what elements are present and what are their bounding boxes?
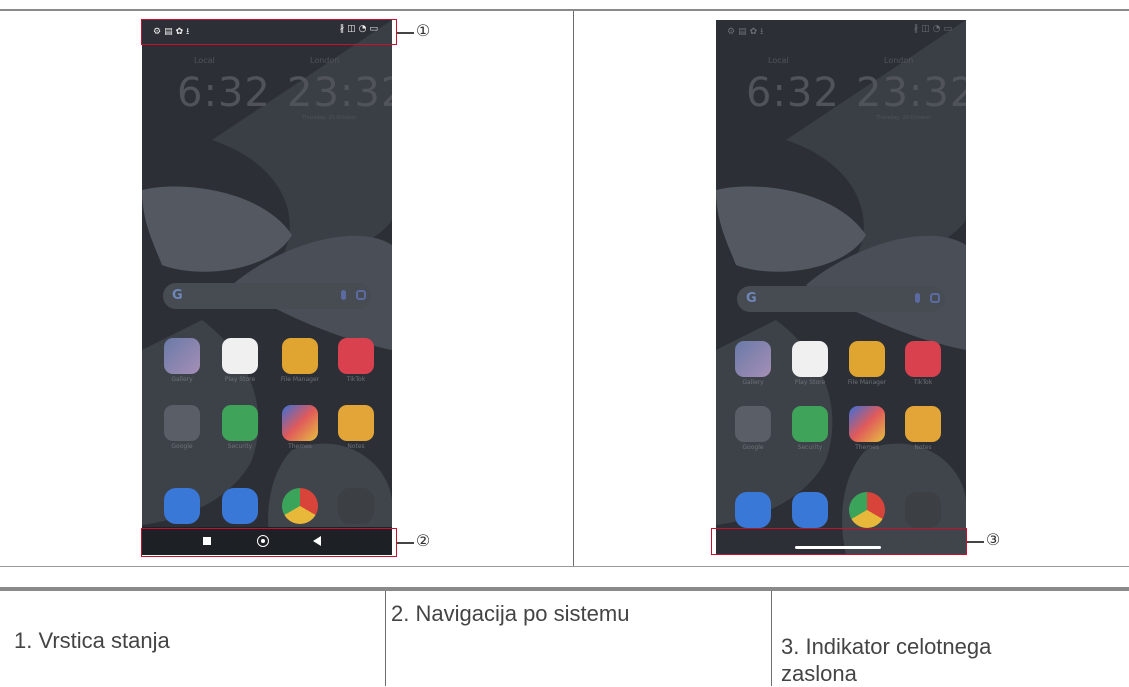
legend-item-fullscreen-indicator-line1: 3. Indikator celotnega — [781, 634, 992, 659]
phone-screenshot-navigation-buttons: ⚙▤✿⭳ ∦◫◔▭ Local 6:32 London 23:32 Thursd… — [142, 20, 392, 555]
navigation-bar-highlight — [141, 528, 397, 557]
app-label: Play Store — [794, 379, 826, 386]
legend-divider-2 — [771, 591, 772, 686]
legend-divider-1 — [385, 591, 386, 686]
tiktok-app-icon[interactable] — [338, 338, 374, 374]
google-search-widget[interactable]: G — [737, 286, 945, 312]
app-label: Themes — [288, 443, 312, 450]
chrome-app-icon[interactable] — [849, 492, 885, 528]
clock-2-time: 23:32 — [856, 70, 966, 116]
phone-app-icon[interactable] — [735, 492, 771, 528]
file-manager-app-icon[interactable] — [849, 341, 885, 377]
clock-2-label: London — [884, 56, 914, 65]
status-bar-highlight — [141, 19, 397, 45]
app-label: Security — [797, 444, 823, 451]
clock-1-time: 6:32 — [746, 70, 840, 116]
clock-2-time: 23:32 — [287, 70, 392, 116]
mic-icon[interactable] — [915, 293, 920, 303]
callout-1: ① — [415, 21, 431, 40]
gallery-app-icon[interactable] — [164, 338, 200, 374]
chrome-app-icon[interactable] — [282, 488, 318, 524]
app-label: Themes — [855, 444, 879, 451]
play-store-app-icon[interactable] — [222, 338, 258, 374]
legend-item-system-navigation: 2. Navigacija po sistemu — [391, 601, 630, 626]
phone-screenshot-gesture-navigation: ⚙▤✿⭳ ∦◫◔▭ Local 6:32 London 23:32 Thursd… — [716, 20, 966, 555]
legend-top-rule — [0, 587, 1129, 591]
camera-app-icon[interactable] — [905, 492, 941, 528]
status-bar: ⚙▤✿⭳ ∦◫◔▭ — [716, 20, 966, 42]
clock-subtext: Thursday, 20 October — [876, 115, 931, 121]
security-app-icon[interactable] — [222, 405, 258, 441]
app-label: Gallery — [742, 379, 764, 386]
security-app-icon[interactable] — [792, 406, 828, 442]
notes-app-icon[interactable] — [338, 405, 374, 441]
figure-column-divider — [573, 11, 574, 567]
callout-2-leader — [397, 542, 414, 544]
app-label: Notes — [914, 444, 932, 451]
mic-icon[interactable] — [341, 290, 346, 300]
app-label: File Manager — [847, 379, 887, 386]
app-label: Google — [171, 443, 193, 450]
callout-3: ③ — [985, 530, 1001, 549]
clock-1-time: 6:32 — [177, 70, 271, 116]
legend-item-fullscreen-indicator-line2: zaslona — [781, 661, 857, 686]
app-label: File Manager — [280, 376, 320, 383]
google-logo: G — [746, 291, 757, 306]
status-right-icons: ∦◫◔▭ — [913, 24, 955, 34]
tiktok-app-icon[interactable] — [905, 341, 941, 377]
google-logo: G — [172, 288, 183, 303]
app-label: Notes — [347, 443, 365, 450]
clock-2-label: London — [310, 56, 340, 65]
gallery-app-icon[interactable] — [735, 341, 771, 377]
google-search-widget[interactable]: G — [163, 283, 371, 309]
app-label: Gallery — [171, 376, 193, 383]
clock-1-label: Local — [194, 56, 215, 65]
legend-item-status-bar: 1. Vrstica stanja — [14, 628, 170, 653]
callout-2: ② — [415, 531, 431, 550]
gesture-bar-highlight — [711, 528, 967, 555]
play-store-app-icon[interactable] — [792, 341, 828, 377]
app-label: Google — [742, 444, 764, 451]
google-folder-icon[interactable] — [735, 406, 771, 442]
themes-app-icon[interactable] — [849, 406, 885, 442]
messages-app-icon[interactable] — [792, 492, 828, 528]
phone-app-icon[interactable] — [164, 488, 200, 524]
file-manager-app-icon[interactable] — [282, 338, 318, 374]
messages-app-icon[interactable] — [222, 488, 258, 524]
themes-app-icon[interactable] — [282, 405, 318, 441]
google-folder-icon[interactable] — [164, 405, 200, 441]
lens-icon[interactable] — [930, 293, 940, 303]
status-left-icons: ⚙▤✿⭳ — [727, 27, 767, 37]
clock-1-label: Local — [768, 56, 789, 65]
app-label: TikTok — [346, 376, 366, 383]
callout-1-leader — [397, 32, 414, 34]
figure-bottom-rule — [0, 566, 1129, 567]
app-label: Security — [227, 443, 253, 450]
lens-icon[interactable] — [356, 290, 366, 300]
camera-app-icon[interactable] — [338, 488, 374, 524]
callout-3-leader — [967, 541, 984, 543]
app-label: TikTok — [913, 379, 933, 386]
figure-top-rule — [0, 9, 1129, 11]
notes-app-icon[interactable] — [905, 406, 941, 442]
clock-subtext: Thursday, 20 October — [302, 115, 357, 121]
app-label: Play Store — [224, 376, 256, 383]
